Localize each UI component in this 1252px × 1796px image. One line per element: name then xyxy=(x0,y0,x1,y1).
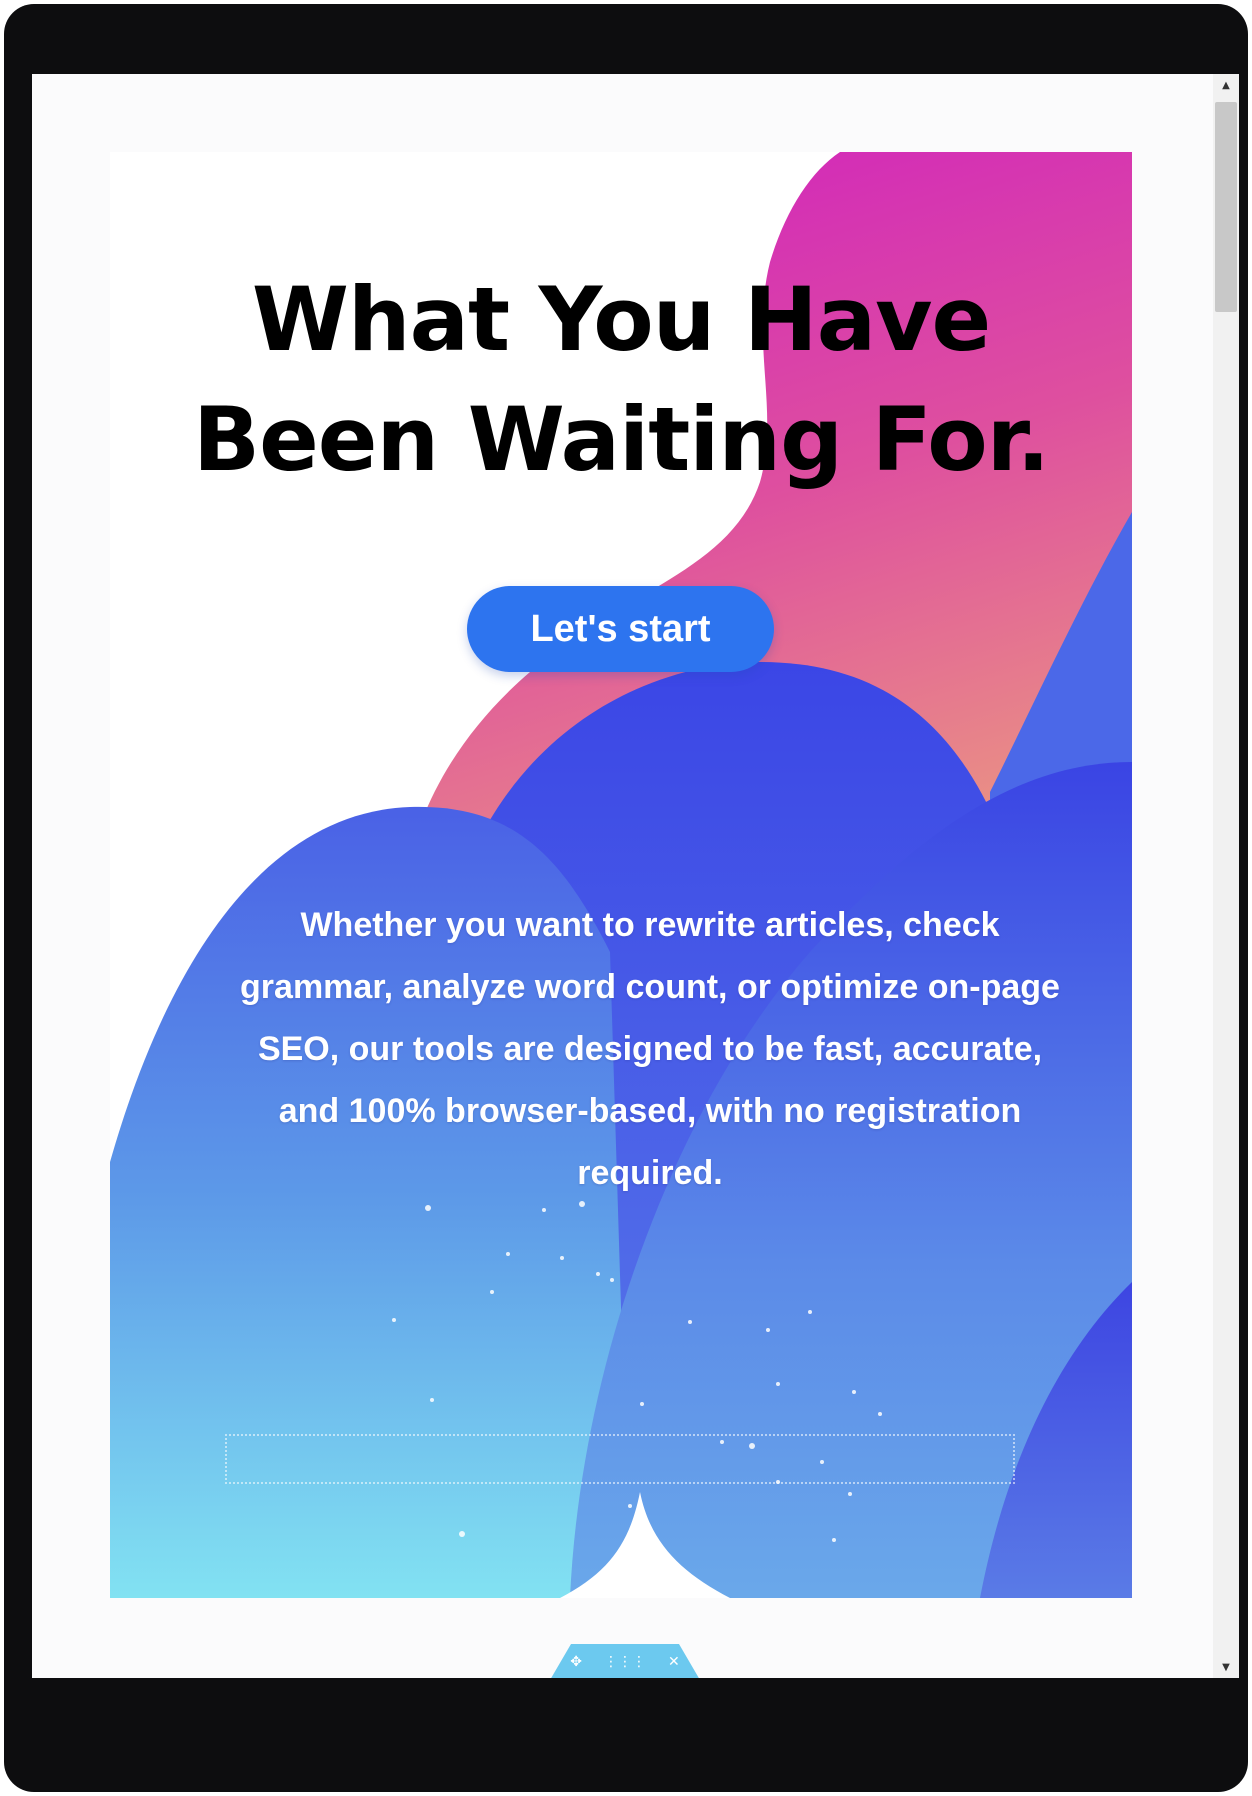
scrollbar-thumb[interactable] xyxy=(1215,102,1237,312)
floating-edit-toolbar: ✥ ⋮⋮⋮ ✕ xyxy=(550,1644,700,1678)
scroll-down-icon[interactable]: ▼ xyxy=(1213,1656,1239,1678)
placeholder-dotted-frame xyxy=(225,1434,1015,1484)
scroll-up-icon[interactable]: ▲ xyxy=(1213,74,1239,96)
hero-headline-line1: What You Have xyxy=(251,268,991,371)
lets-start-button[interactable]: Let's start xyxy=(467,586,774,672)
tablet-frame: What You Have Been Waiting For. Let's st… xyxy=(4,4,1248,1792)
hero-description: Whether you want to rewrite articles, ch… xyxy=(240,906,1060,1192)
hero-headline: What You Have Been Waiting For. xyxy=(110,260,1132,500)
browser-viewport: What You Have Been Waiting For. Let's st… xyxy=(32,74,1239,1678)
close-icon[interactable]: ✕ xyxy=(668,1654,680,1670)
hero-section: What You Have Been Waiting For. Let's st… xyxy=(110,152,1132,1598)
vertical-scrollbar[interactable]: ▲ ▼ xyxy=(1213,74,1239,1678)
grid-icon[interactable]: ⋮⋮⋮ xyxy=(604,1654,646,1670)
hero-headline-line2: Been Waiting For. xyxy=(193,388,1050,491)
move-icon[interactable]: ✥ xyxy=(570,1654,582,1670)
